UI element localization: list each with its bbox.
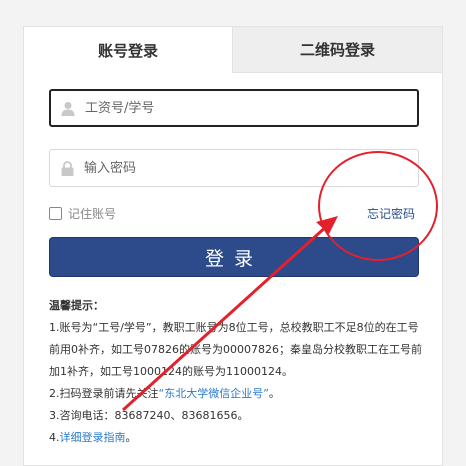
tips-line-2-prefix: 2.扫码登录前请先关注 [49, 387, 159, 400]
remember-checkbox[interactable] [49, 207, 62, 220]
forgot-password-link[interactable]: 忘记密码 [367, 205, 415, 222]
tab-account-login[interactable]: 账号登录 [24, 27, 232, 73]
tips-section: 温馨提示： 1.账号为“工号/学号”，教职工账号为8位工号，总校教职工不足8位的… [49, 295, 429, 449]
username-field[interactable] [49, 89, 419, 127]
password-field[interactable] [49, 149, 419, 187]
tips-line-1: 1.账号为“工号/学号”，教职工账号为8位工号，总校教职工不足8位的在工号前用0… [49, 321, 422, 378]
tips-line-4: 4.详细登录指南。 [49, 427, 429, 449]
remember-account[interactable]: 记住账号 [49, 205, 116, 222]
user-icon [51, 91, 85, 125]
tips-title: 温馨提示： [49, 299, 104, 312]
wechat-enterprise-link[interactable]: “东北大学微信企业号” [159, 387, 269, 400]
login-tabs: 账号登录 二维码登录 [24, 27, 442, 73]
tips-line-2: 2.扫码登录前请先关注“东北大学微信企业号”。 [49, 383, 429, 405]
login-card: 账号登录 二维码登录 记住账号 忘记密码 登录 温馨提示： 1.账号为“工号/学… [23, 26, 443, 466]
tips-line-3: 3.咨询电话：83687240、83681656。 [49, 409, 249, 422]
tab-qr-login[interactable]: 二维码登录 [232, 27, 442, 73]
login-button[interactable]: 登录 [49, 237, 419, 277]
lock-icon [50, 150, 84, 186]
tips-line-4-prefix: 4. [49, 431, 60, 444]
password-input[interactable] [84, 150, 404, 186]
remember-label: 记住账号 [68, 207, 117, 221]
login-guide-link[interactable]: 详细登录指南 [60, 431, 126, 444]
tips-line-4-suffix: 。 [125, 431, 137, 444]
username-input[interactable] [85, 91, 405, 125]
tips-line-2-suffix: 。 [268, 387, 280, 400]
